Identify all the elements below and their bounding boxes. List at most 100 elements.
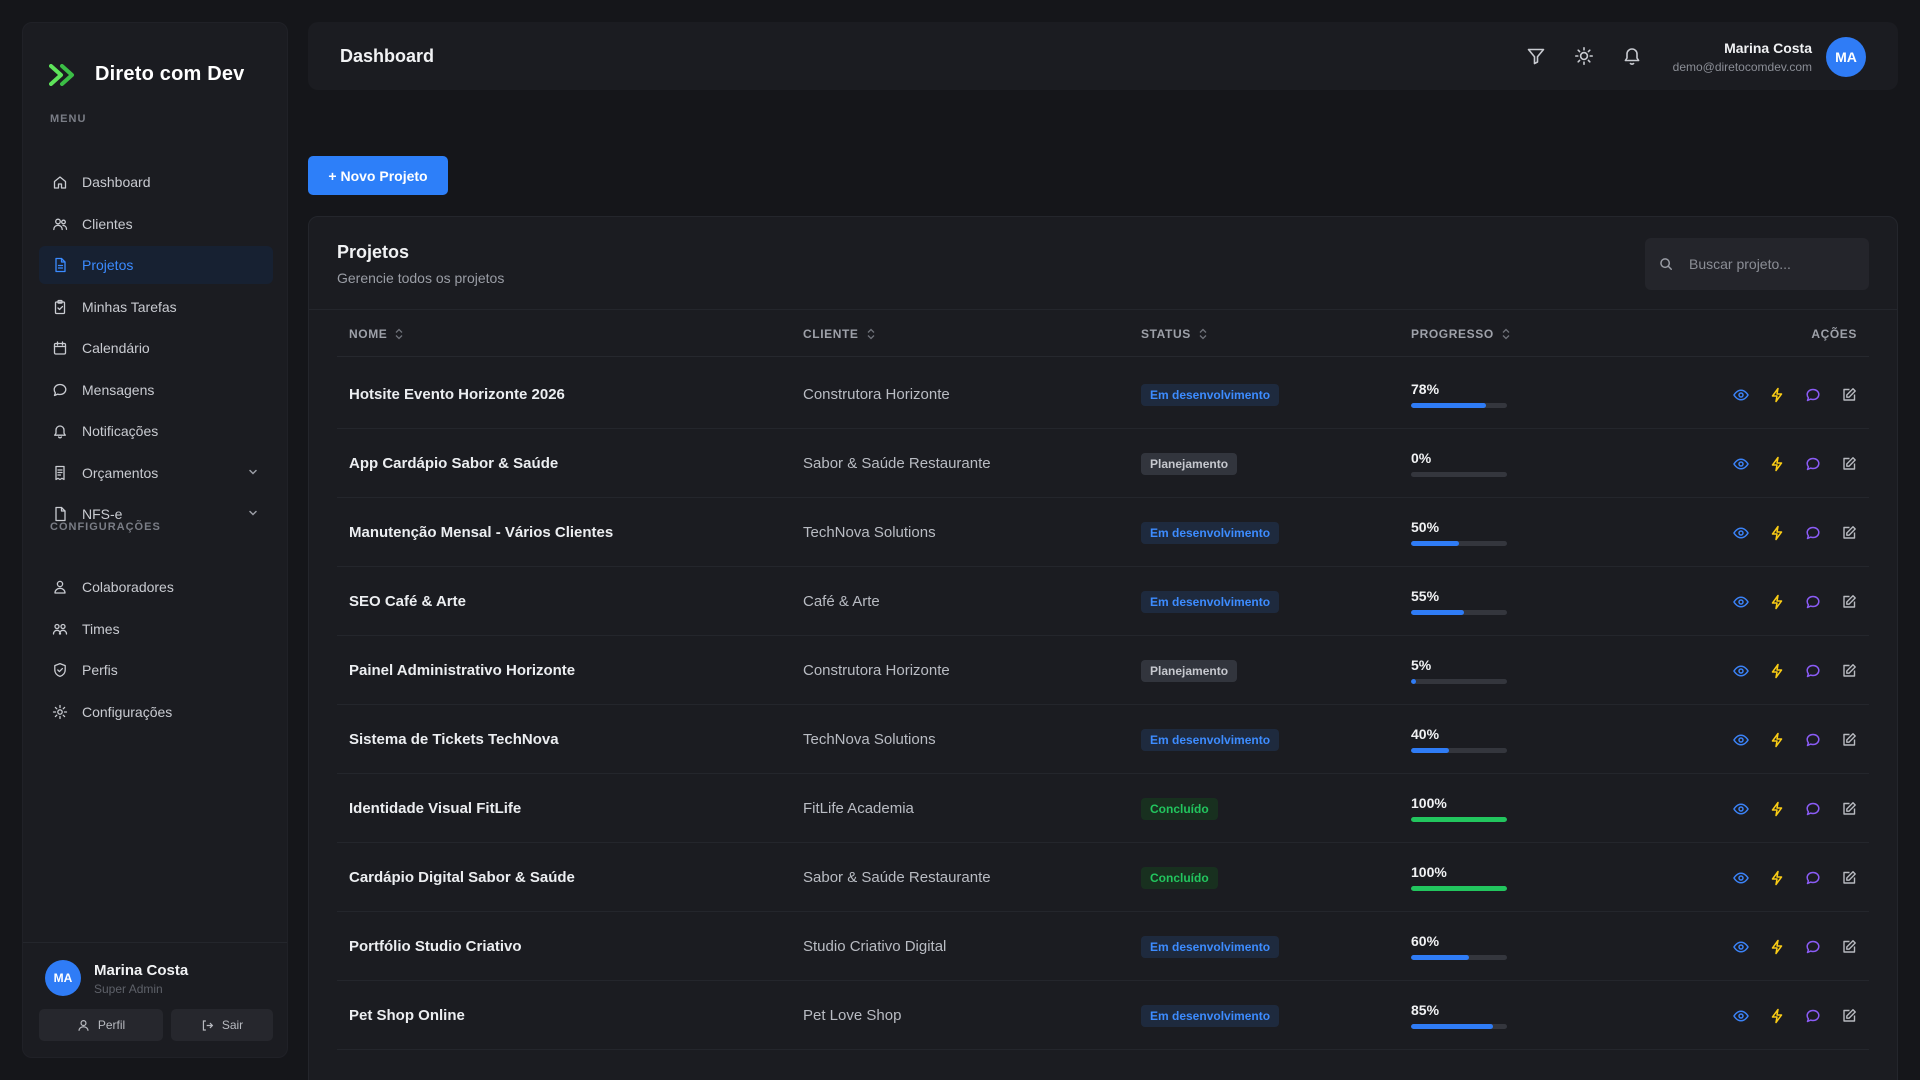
view-eye-icon[interactable] <box>1733 387 1749 403</box>
brand[interactable]: Direto com Dev <box>49 63 245 86</box>
view-eye-icon[interactable] <box>1733 732 1749 748</box>
table-row[interactable]: App Cardápio Sabor & Saúde Sabor & Saúde … <box>337 429 1869 498</box>
sidebar-item-perfis[interactable]: Perfis <box>39 651 273 689</box>
project-name[interactable]: App Cardápio Sabor & Saúde <box>349 429 558 498</box>
edit-icon[interactable] <box>1841 456 1857 472</box>
table-row[interactable]: Identidade Visual FitLife FitLife Academi… <box>337 774 1869 843</box>
sidebar-item-minhas-tarefas[interactable]: Minhas Tarefas <box>39 288 273 326</box>
view-eye-icon[interactable] <box>1733 663 1749 679</box>
lightning-bolt-icon[interactable] <box>1769 525 1785 541</box>
chat-bubble-icon[interactable] <box>1805 939 1821 955</box>
column-header-status[interactable]: STATUS <box>1141 327 1207 341</box>
lightning-bolt-icon[interactable] <box>1769 387 1785 403</box>
table-row[interactable]: Painel Administrativo Horizonte Construto… <box>337 636 1869 705</box>
notifications-bell-icon[interactable] <box>1622 46 1642 66</box>
sidebar-item-dashboard[interactable]: Dashboard <box>39 163 273 201</box>
sidebar-user-role: Super Admin <box>94 982 163 996</box>
sidebar-item-clientes[interactable]: Clientes <box>39 205 273 243</box>
edit-icon[interactable] <box>1841 1008 1857 1024</box>
chat-bubble-icon[interactable] <box>1805 1008 1821 1024</box>
header-avatar[interactable]: MA <box>1826 37 1866 77</box>
view-eye-icon[interactable] <box>1733 1008 1749 1024</box>
edit-icon[interactable] <box>1841 387 1857 403</box>
view-eye-icon[interactable] <box>1733 525 1749 541</box>
profile-button[interactable]: Perfil <box>39 1009 163 1041</box>
sidebar-item-orcamentos[interactable]: Orçamentos <box>39 454 273 492</box>
view-eye-icon[interactable] <box>1733 870 1749 886</box>
edit-icon[interactable] <box>1841 663 1857 679</box>
lightning-bolt-icon[interactable] <box>1769 870 1785 886</box>
chat-bubble-icon[interactable] <box>1805 387 1821 403</box>
edit-icon[interactable] <box>1841 594 1857 610</box>
lightning-bolt-icon[interactable] <box>1769 939 1785 955</box>
status-cell: Em desenvolvimento <box>1141 705 1280 774</box>
project-name[interactable]: Manutenção Mensal - Vários Clientes <box>349 498 613 567</box>
search-input[interactable] <box>1689 256 1849 272</box>
project-name[interactable]: Painel Administrativo Horizonte <box>349 636 575 705</box>
table-row[interactable]: Portfólio Studio Criativo Studio Criativo… <box>337 912 1869 981</box>
chat-bubble-icon[interactable] <box>1805 870 1821 886</box>
chat-bubble-icon[interactable] <box>1805 525 1821 541</box>
table-row[interactable]: Hotsite Evento Horizonte 2026 Construtora… <box>337 360 1869 429</box>
logout-icon <box>201 1019 214 1032</box>
edit-icon[interactable] <box>1841 732 1857 748</box>
progress-cell: 100% <box>1411 843 1507 912</box>
sidebar-item-notificacoes[interactable]: Notificações <box>39 412 273 450</box>
chat-bubble-icon[interactable] <box>1805 594 1821 610</box>
chevron-down-icon <box>247 466 259 478</box>
sidebar-item-calendario[interactable]: Calendário <box>39 329 273 367</box>
sidebar-item-colaboradores[interactable]: Colaboradores <box>39 568 273 606</box>
sidebar-item-mensagens[interactable]: Mensagens <box>39 371 273 409</box>
view-eye-icon[interactable] <box>1733 939 1749 955</box>
project-name[interactable]: SEO Café & Arte <box>349 567 466 636</box>
chat-bubble-icon[interactable] <box>1805 456 1821 472</box>
lightning-bolt-icon[interactable] <box>1769 801 1785 817</box>
progress-value: 40% <box>1411 726 1440 742</box>
table-row[interactable]: Manutenção Mensal - Vários Clientes TechN… <box>337 498 1869 567</box>
lightning-bolt-icon[interactable] <box>1769 456 1785 472</box>
sidebar-item-configuracoes[interactable]: Configurações <box>39 693 273 731</box>
filter-icon[interactable] <box>1526 46 1546 66</box>
column-header-progress[interactable]: PROGRESSO <box>1411 327 1510 341</box>
column-header-actions-label: AÇÕES <box>1811 327 1857 341</box>
view-eye-icon[interactable] <box>1733 456 1749 472</box>
logout-button[interactable]: Sair <box>171 1009 273 1041</box>
project-name[interactable]: Hotsite Evento Horizonte 2026 <box>349 360 565 429</box>
column-header-name[interactable]: NOME <box>349 327 403 341</box>
lightning-bolt-icon[interactable] <box>1769 594 1785 610</box>
edit-icon[interactable] <box>1841 801 1857 817</box>
lightning-bolt-icon[interactable] <box>1769 663 1785 679</box>
new-project-button[interactable]: + Novo Projeto <box>308 156 448 195</box>
progress-bar-fill <box>1411 817 1507 822</box>
view-eye-icon[interactable] <box>1733 801 1749 817</box>
theme-toggle-icon[interactable] <box>1574 46 1594 66</box>
sidebar-item-times[interactable]: Times <box>39 610 273 648</box>
view-eye-icon[interactable] <box>1733 594 1749 610</box>
column-header-client[interactable]: CLIENTE <box>803 327 875 341</box>
progress-bar <box>1411 610 1507 615</box>
row-actions <box>1733 981 1869 1050</box>
project-name[interactable]: Pet Shop Online <box>349 981 465 1050</box>
edit-icon[interactable] <box>1841 939 1857 955</box>
project-name[interactable]: Portfólio Studio Criativo <box>349 912 522 981</box>
chat-bubble-icon[interactable] <box>1805 801 1821 817</box>
edit-icon[interactable] <box>1841 870 1857 886</box>
table-row[interactable]: SEO Café & Arte Café & Arte Em desenvolvim… <box>337 567 1869 636</box>
table-row[interactable]: Sistema de Tickets TechNova TechNova Solu… <box>337 705 1869 774</box>
chat-bubble-icon[interactable] <box>1805 663 1821 679</box>
progress-cell: 55% <box>1411 567 1507 636</box>
sidebar-item-projetos[interactable]: Projetos <box>39 246 273 284</box>
project-name[interactable]: Sistema de Tickets TechNova <box>349 705 559 774</box>
project-name[interactable]: Cardápio Digital Sabor & Saúde <box>349 843 575 912</box>
chat-bubble-icon[interactable] <box>1805 732 1821 748</box>
table-row[interactable]: Pet Shop Online Pet Love Shop Em desenvolv… <box>337 981 1869 1050</box>
edit-icon[interactable] <box>1841 525 1857 541</box>
profile-button-label: Perfil <box>97 1018 126 1032</box>
progress-bar-fill <box>1411 403 1486 408</box>
lightning-bolt-icon[interactable] <box>1769 732 1785 748</box>
lightning-bolt-icon[interactable] <box>1769 1008 1785 1024</box>
sidebar: Direto com Dev MENU Dashboard Clientes Pro… <box>22 22 288 1058</box>
table-row[interactable]: Cardápio Digital Sabor & Saúde Sabor & Sa… <box>337 843 1869 912</box>
project-name[interactable]: Identidade Visual FitLife <box>349 774 521 843</box>
user-group-icon <box>51 579 68 596</box>
